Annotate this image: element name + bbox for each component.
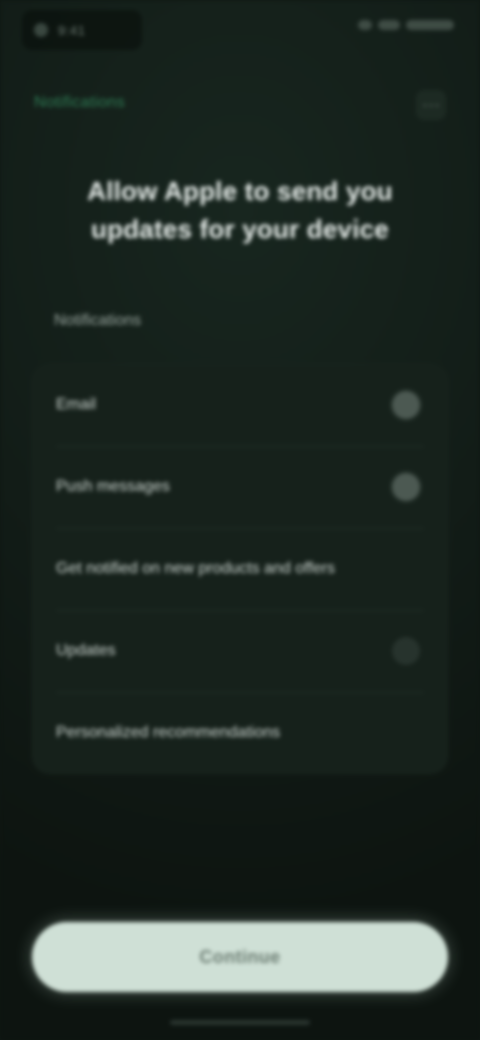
settings-row-email[interactable]: Email — [32, 364, 448, 446]
wifi-icon — [378, 20, 400, 30]
continue-button[interactable]: Continue — [32, 922, 448, 992]
app-screen: 9:41 Notifications ⋯ Allow Apple to send… — [0, 0, 480, 1040]
back-button[interactable]: Notifications — [34, 94, 125, 112]
email-toggle[interactable] — [392, 391, 420, 419]
cta-area: Continue — [32, 922, 448, 992]
settings-card: Email Push messages Get notified on new … — [32, 364, 448, 774]
push-toggle[interactable] — [392, 473, 420, 501]
settings-row-label: Email — [56, 396, 97, 413]
camera-dot-icon — [34, 23, 48, 37]
settings-row-updates[interactable]: Updates — [32, 610, 448, 692]
settings-row-label: Personalized recommendations — [56, 724, 281, 741]
settings-row-label: Push messages — [56, 478, 170, 495]
status-bar: 9:41 — [0, 0, 480, 62]
home-indicator[interactable] — [170, 1020, 310, 1025]
settings-row-products[interactable]: Get notified on new products and offers — [32, 528, 448, 610]
more-icon[interactable]: ⋯ — [416, 90, 446, 120]
page-title: Allow Apple to send you updates for your… — [87, 176, 393, 244]
status-time: 9:41 — [58, 22, 86, 38]
top-bar: Notifications ⋯ — [0, 82, 480, 130]
section-label: Notifications — [54, 312, 142, 329]
status-time-area: 9:41 — [22, 10, 142, 50]
settings-row-label: Updates — [56, 642, 116, 659]
settings-row-push[interactable]: Push messages — [32, 446, 448, 528]
settings-row-recommendations[interactable]: Personalized recommendations — [32, 692, 448, 774]
status-indicators — [358, 20, 454, 30]
updates-toggle[interactable] — [392, 637, 420, 665]
settings-row-label: Get notified on new products and offers — [56, 560, 335, 577]
signal-icon — [358, 20, 372, 30]
battery-icon — [406, 20, 454, 30]
